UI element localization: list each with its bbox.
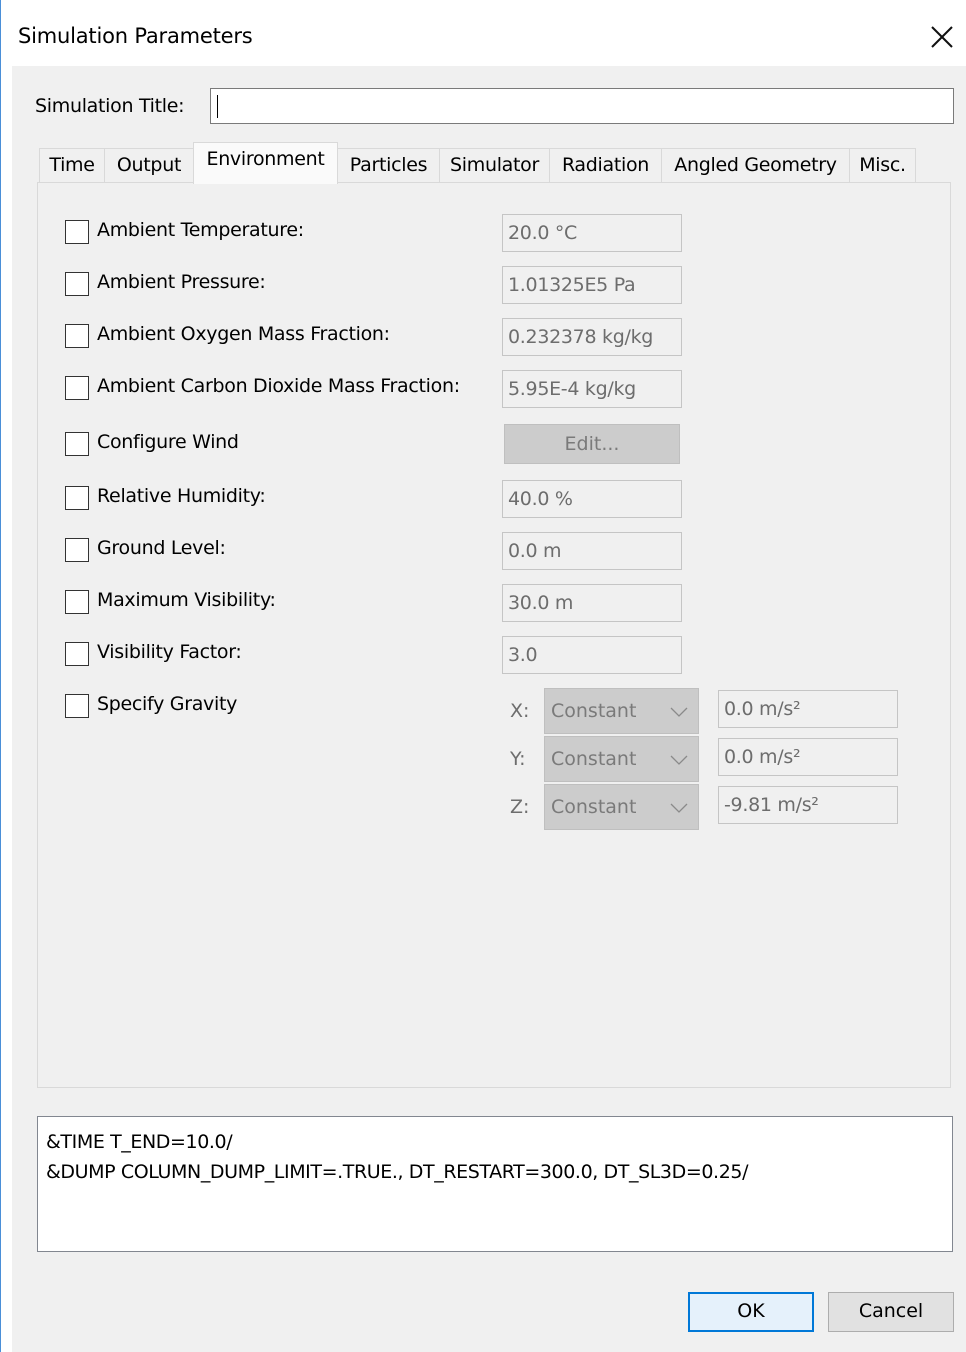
gravity-y-mode-value: Constant	[551, 748, 637, 770]
namelist-preview-textarea[interactable]: &TIME T_END=10.0/ &DUMP COLUMN_DUMP_LIMI…	[37, 1116, 953, 1252]
gravity-z-mode-value: Constant	[551, 796, 637, 818]
gravity-x-mode-value: Constant	[551, 700, 637, 722]
preview-line-2: &DUMP COLUMN_DUMP_LIMIT=.TRUE., DT_RESTA…	[46, 1161, 749, 1183]
simulation-title-label: Simulation Title:	[35, 95, 185, 117]
configure-wind-checkbox[interactable]	[65, 432, 89, 456]
tab-environment[interactable]: Environment	[193, 142, 338, 184]
maximum-visibility-label: Maximum Visibility:	[97, 589, 276, 611]
ok-button[interactable]: OK	[688, 1292, 814, 1332]
simulation-parameters-dialog: Simulation Parameters Simulation Title: …	[0, 0, 966, 1352]
chevron-down-icon	[670, 803, 688, 813]
maximum-visibility-field[interactable]: 30.0 m	[502, 584, 682, 622]
chevron-down-icon	[670, 707, 688, 717]
ambient-pressure-checkbox[interactable]	[65, 272, 89, 296]
tab-particles[interactable]: Particles	[337, 148, 440, 182]
window-title: Simulation Parameters	[18, 24, 253, 48]
gravity-y-value-field[interactable]: 0.0 m/s²	[718, 738, 898, 776]
gravity-z-label: Z:	[510, 796, 530, 818]
simulation-title-input[interactable]	[210, 88, 954, 124]
tab-angled-geometry[interactable]: Angled Geometry	[661, 148, 850, 182]
title-bar: Simulation Parameters	[1, 0, 966, 66]
ambient-co2-label: Ambient Carbon Dioxide Mass Fraction:	[97, 375, 460, 397]
ambient-pressure-label: Ambient Pressure:	[97, 271, 266, 293]
tab-output[interactable]: Output	[104, 148, 194, 182]
relative-humidity-label: Relative Humidity:	[97, 485, 266, 507]
tab-misc[interactable]: Misc.	[849, 148, 916, 182]
ambient-co2-field[interactable]: 5.95E-4 kg/kg	[502, 370, 682, 408]
ambient-co2-checkbox[interactable]	[65, 376, 89, 400]
gravity-z-mode-select[interactable]: Constant	[544, 784, 699, 830]
relative-humidity-checkbox[interactable]	[65, 486, 89, 510]
specify-gravity-checkbox[interactable]	[65, 694, 89, 718]
tab-simulator[interactable]: Simulator	[439, 148, 550, 182]
configure-wind-label: Configure Wind	[97, 431, 239, 453]
environment-panel	[37, 182, 951, 1088]
gravity-x-label: X:	[510, 700, 530, 722]
edit-wind-button[interactable]: Edit...	[504, 424, 680, 464]
tab-radiation[interactable]: Radiation	[549, 148, 662, 182]
specify-gravity-label: Specify Gravity	[97, 693, 238, 715]
preview-line-1: &TIME T_END=10.0/	[46, 1131, 233, 1153]
gravity-y-mode-select[interactable]: Constant	[544, 736, 699, 782]
gravity-x-mode-select[interactable]: Constant	[544, 688, 699, 734]
ambient-temperature-label: Ambient Temperature:	[97, 219, 304, 241]
ground-level-checkbox[interactable]	[65, 538, 89, 562]
gravity-y-label: Y:	[510, 748, 526, 770]
ambient-temperature-field[interactable]: 20.0 °C	[502, 214, 682, 252]
ambient-oxygen-field[interactable]: 0.232378 kg/kg	[502, 318, 682, 356]
gravity-x-value-field[interactable]: 0.0 m/s²	[718, 690, 898, 728]
ground-level-field[interactable]: 0.0 m	[502, 532, 682, 570]
ambient-temperature-checkbox[interactable]	[65, 220, 89, 244]
relative-humidity-field[interactable]: 40.0 %	[502, 480, 682, 518]
maximum-visibility-checkbox[interactable]	[65, 590, 89, 614]
ambient-pressure-field[interactable]: 1.01325E5 Pa	[502, 266, 682, 304]
visibility-factor-field[interactable]: 3.0	[502, 636, 682, 674]
cancel-button[interactable]: Cancel	[828, 1292, 954, 1332]
chevron-down-icon	[670, 755, 688, 765]
ambient-oxygen-label: Ambient Oxygen Mass Fraction:	[97, 323, 390, 345]
close-button[interactable]	[921, 14, 966, 60]
text-caret	[217, 95, 218, 118]
close-icon	[931, 26, 953, 48]
gravity-z-value-field[interactable]: -9.81 m/s²	[718, 786, 898, 824]
visibility-factor-checkbox[interactable]	[65, 642, 89, 666]
ground-level-label: Ground Level:	[97, 537, 226, 559]
visibility-factor-label: Visibility Factor:	[97, 641, 242, 663]
ambient-oxygen-checkbox[interactable]	[65, 324, 89, 348]
tab-time[interactable]: Time	[39, 148, 105, 182]
